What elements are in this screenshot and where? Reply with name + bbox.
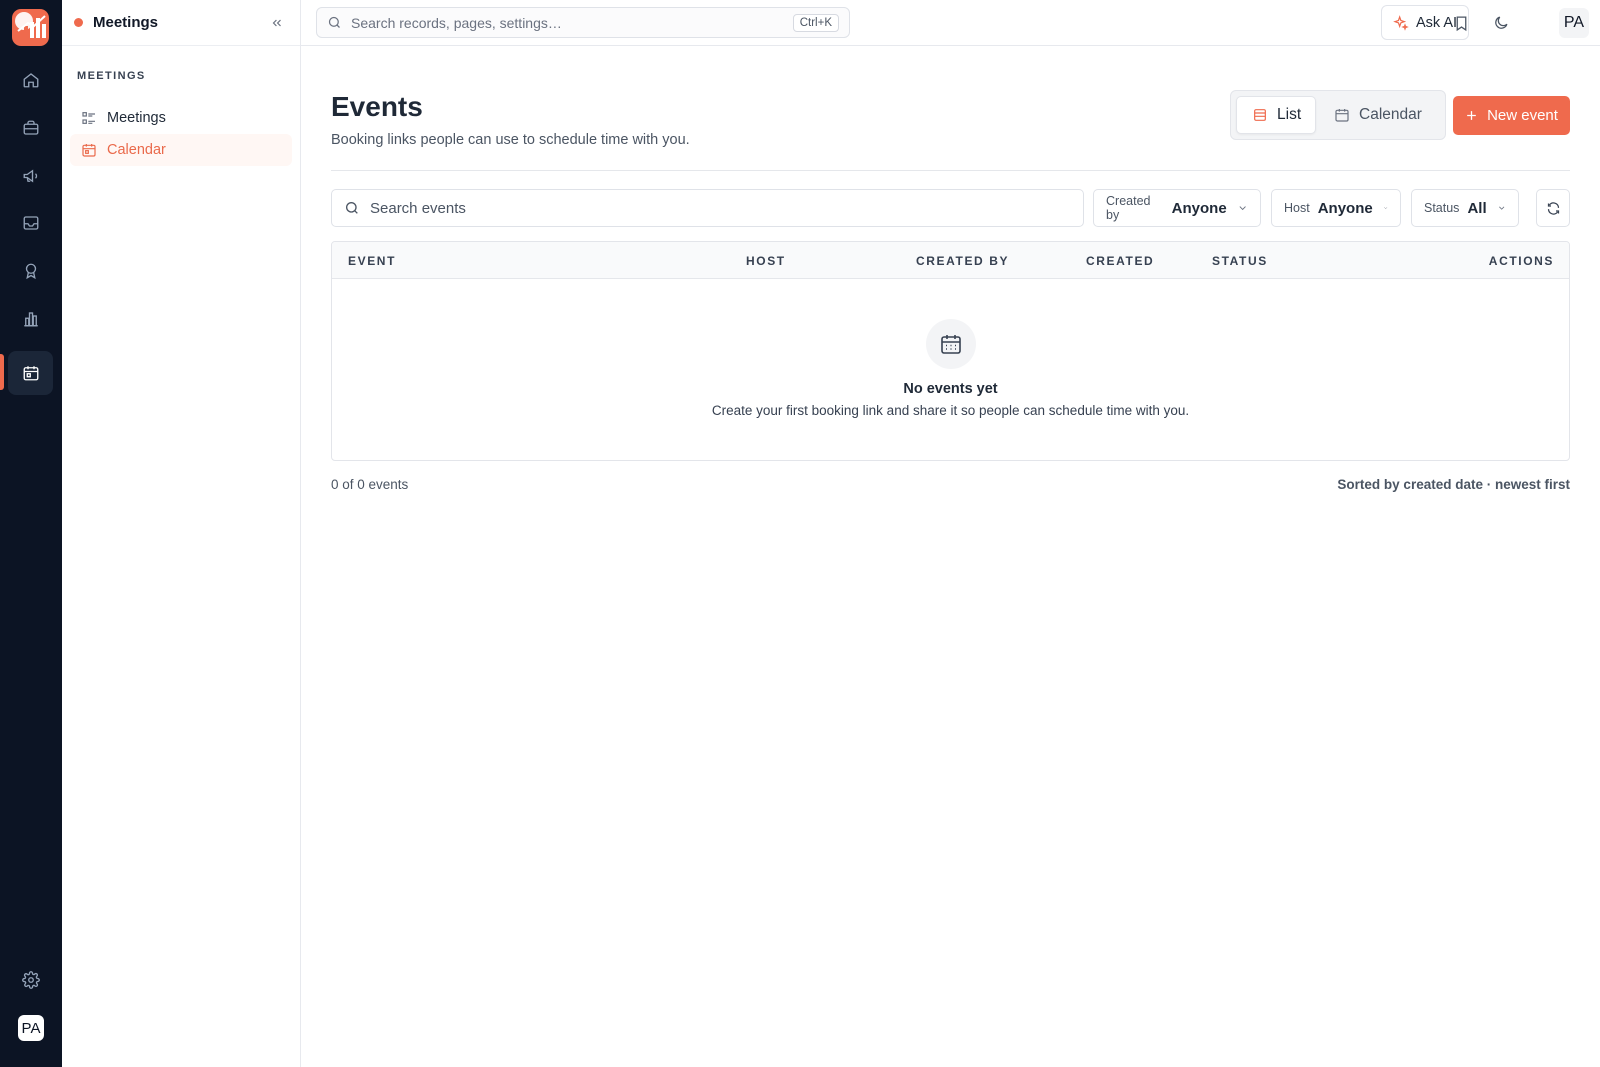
gear-icon bbox=[21, 971, 40, 989]
sidebar-item-meetings[interactable]: Meetings bbox=[70, 102, 292, 134]
sparkle-icon bbox=[1393, 14, 1409, 31]
meetings-sidebar: Meetings MEETINGS Meetings Calendar bbox=[62, 0, 301, 1067]
table-header: EVENT HOST CREATED BY CREATED STATUS ACT… bbox=[332, 242, 1569, 279]
filter-label: Created by bbox=[1106, 194, 1151, 222]
calendar-view-label: Calendar bbox=[1359, 106, 1422, 123]
chevron-down-icon bbox=[1239, 206, 1246, 211]
list-view-label: List bbox=[1277, 106, 1302, 123]
column-header-host[interactable]: HOST bbox=[746, 254, 786, 268]
view-toggle: List Calendar bbox=[1230, 90, 1446, 140]
calendar-view-button[interactable]: Calendar bbox=[1334, 96, 1444, 134]
rail-settings[interactable] bbox=[8, 958, 53, 1002]
filter-label: Host bbox=[1284, 201, 1310, 215]
results-count: 0 of 0 events bbox=[331, 477, 409, 492]
global-search-input[interactable] bbox=[351, 14, 793, 31]
shortcut-hint: Ctrl+K bbox=[792, 13, 839, 32]
rail-avatar[interactable]: PA bbox=[18, 1015, 44, 1041]
calendar-icon bbox=[82, 144, 96, 157]
app-logo[interactable] bbox=[12, 9, 49, 46]
sidebar-item-label: Calendar bbox=[107, 142, 166, 158]
filter-status[interactable]: Status All bbox=[1411, 189, 1519, 227]
column-header-actions: ACTIONS bbox=[1488, 254, 1554, 268]
search-icon bbox=[328, 16, 340, 28]
new-event-label: New event bbox=[1487, 107, 1558, 124]
sort-indicator: Sorted by created date · newest first bbox=[1337, 477, 1570, 492]
search-icon bbox=[346, 202, 358, 214]
sidebar-item-calendar[interactable]: Calendar bbox=[70, 134, 292, 166]
filter-value: Anyone bbox=[1317, 199, 1373, 217]
bookmark-button[interactable] bbox=[1449, 11, 1473, 35]
moon-icon bbox=[1494, 16, 1507, 29]
global-search[interactable]: Ctrl+K bbox=[316, 7, 850, 38]
events-table: EVENT HOST CREATED BY CREATED STATUS ACT… bbox=[331, 241, 1570, 461]
column-header-created-by[interactable]: CREATED BY bbox=[916, 254, 1009, 268]
filter-value: Anyone bbox=[1171, 199, 1227, 217]
sidebar-item-label: Meetings bbox=[107, 110, 166, 126]
rail-meetings[interactable] bbox=[8, 351, 53, 395]
empty-state-icon-wrap bbox=[926, 319, 976, 369]
rail-campaigns[interactable] bbox=[8, 154, 53, 198]
page-title: Events bbox=[331, 91, 423, 122]
chevron-down-icon bbox=[1383, 207, 1387, 209]
list-view-button[interactable]: List bbox=[1236, 96, 1316, 134]
filter-label: Status bbox=[1424, 201, 1460, 215]
briefcase-icon bbox=[23, 120, 38, 135]
rail-home[interactable] bbox=[8, 58, 53, 102]
rail-reports[interactable] bbox=[8, 297, 53, 341]
rail-active-indicator bbox=[0, 354, 4, 390]
rail-awards[interactable] bbox=[8, 249, 53, 293]
page-subtitle: Booking links people can use to schedule… bbox=[331, 132, 690, 148]
empty-state-title: No events yet bbox=[903, 381, 998, 397]
filter-created-by[interactable]: Created by Anyone bbox=[1093, 189, 1261, 227]
list-icon bbox=[1254, 109, 1266, 121]
calendar-icon bbox=[1335, 109, 1349, 122]
event-search-input[interactable] bbox=[370, 199, 1071, 217]
inbox-icon bbox=[23, 216, 38, 230]
refresh-icon bbox=[1547, 201, 1559, 215]
theme-toggle-button[interactable] bbox=[1488, 11, 1512, 35]
column-header-event[interactable]: EVENT bbox=[348, 254, 396, 268]
plus-icon bbox=[1467, 111, 1476, 120]
collapse-sidebar-button[interactable] bbox=[268, 14, 286, 32]
rail-briefcase[interactable] bbox=[8, 106, 53, 150]
rail-inbox[interactable] bbox=[8, 201, 53, 245]
chevrons-left-icon bbox=[272, 19, 281, 26]
bookmark-icon bbox=[1456, 15, 1466, 31]
filter-value: All bbox=[1467, 199, 1487, 217]
filter-host[interactable]: Host Anyone bbox=[1271, 189, 1401, 227]
column-header-created[interactable]: CREATED bbox=[1086, 254, 1154, 268]
megaphone-icon bbox=[23, 169, 37, 183]
calendar-icon bbox=[941, 335, 961, 354]
header-divider bbox=[331, 170, 1570, 171]
sidebar-header: Meetings bbox=[62, 0, 300, 46]
new-event-button[interactable]: New event bbox=[1453, 96, 1570, 135]
chevron-down-icon bbox=[1498, 206, 1504, 210]
bar-chart-icon bbox=[23, 312, 38, 327]
status-dot bbox=[74, 18, 83, 27]
home-icon bbox=[23, 73, 38, 88]
sidebar-section-label: MEETINGS bbox=[77, 70, 146, 82]
award-icon bbox=[25, 263, 36, 280]
top-bar: Ctrl+K Ask AI PA bbox=[301, 0, 1600, 46]
calendar-icon bbox=[23, 366, 38, 381]
refresh-button[interactable] bbox=[1536, 189, 1570, 227]
empty-state-description: Create your first booking link and share… bbox=[711, 403, 1190, 418]
sidebar-title: Meetings bbox=[93, 14, 159, 31]
app-rail: PA bbox=[0, 0, 62, 1067]
event-search[interactable] bbox=[331, 189, 1084, 227]
user-avatar[interactable]: PA bbox=[1559, 8, 1589, 38]
list-icon bbox=[82, 112, 95, 124]
column-header-status[interactable]: STATUS bbox=[1212, 254, 1268, 268]
